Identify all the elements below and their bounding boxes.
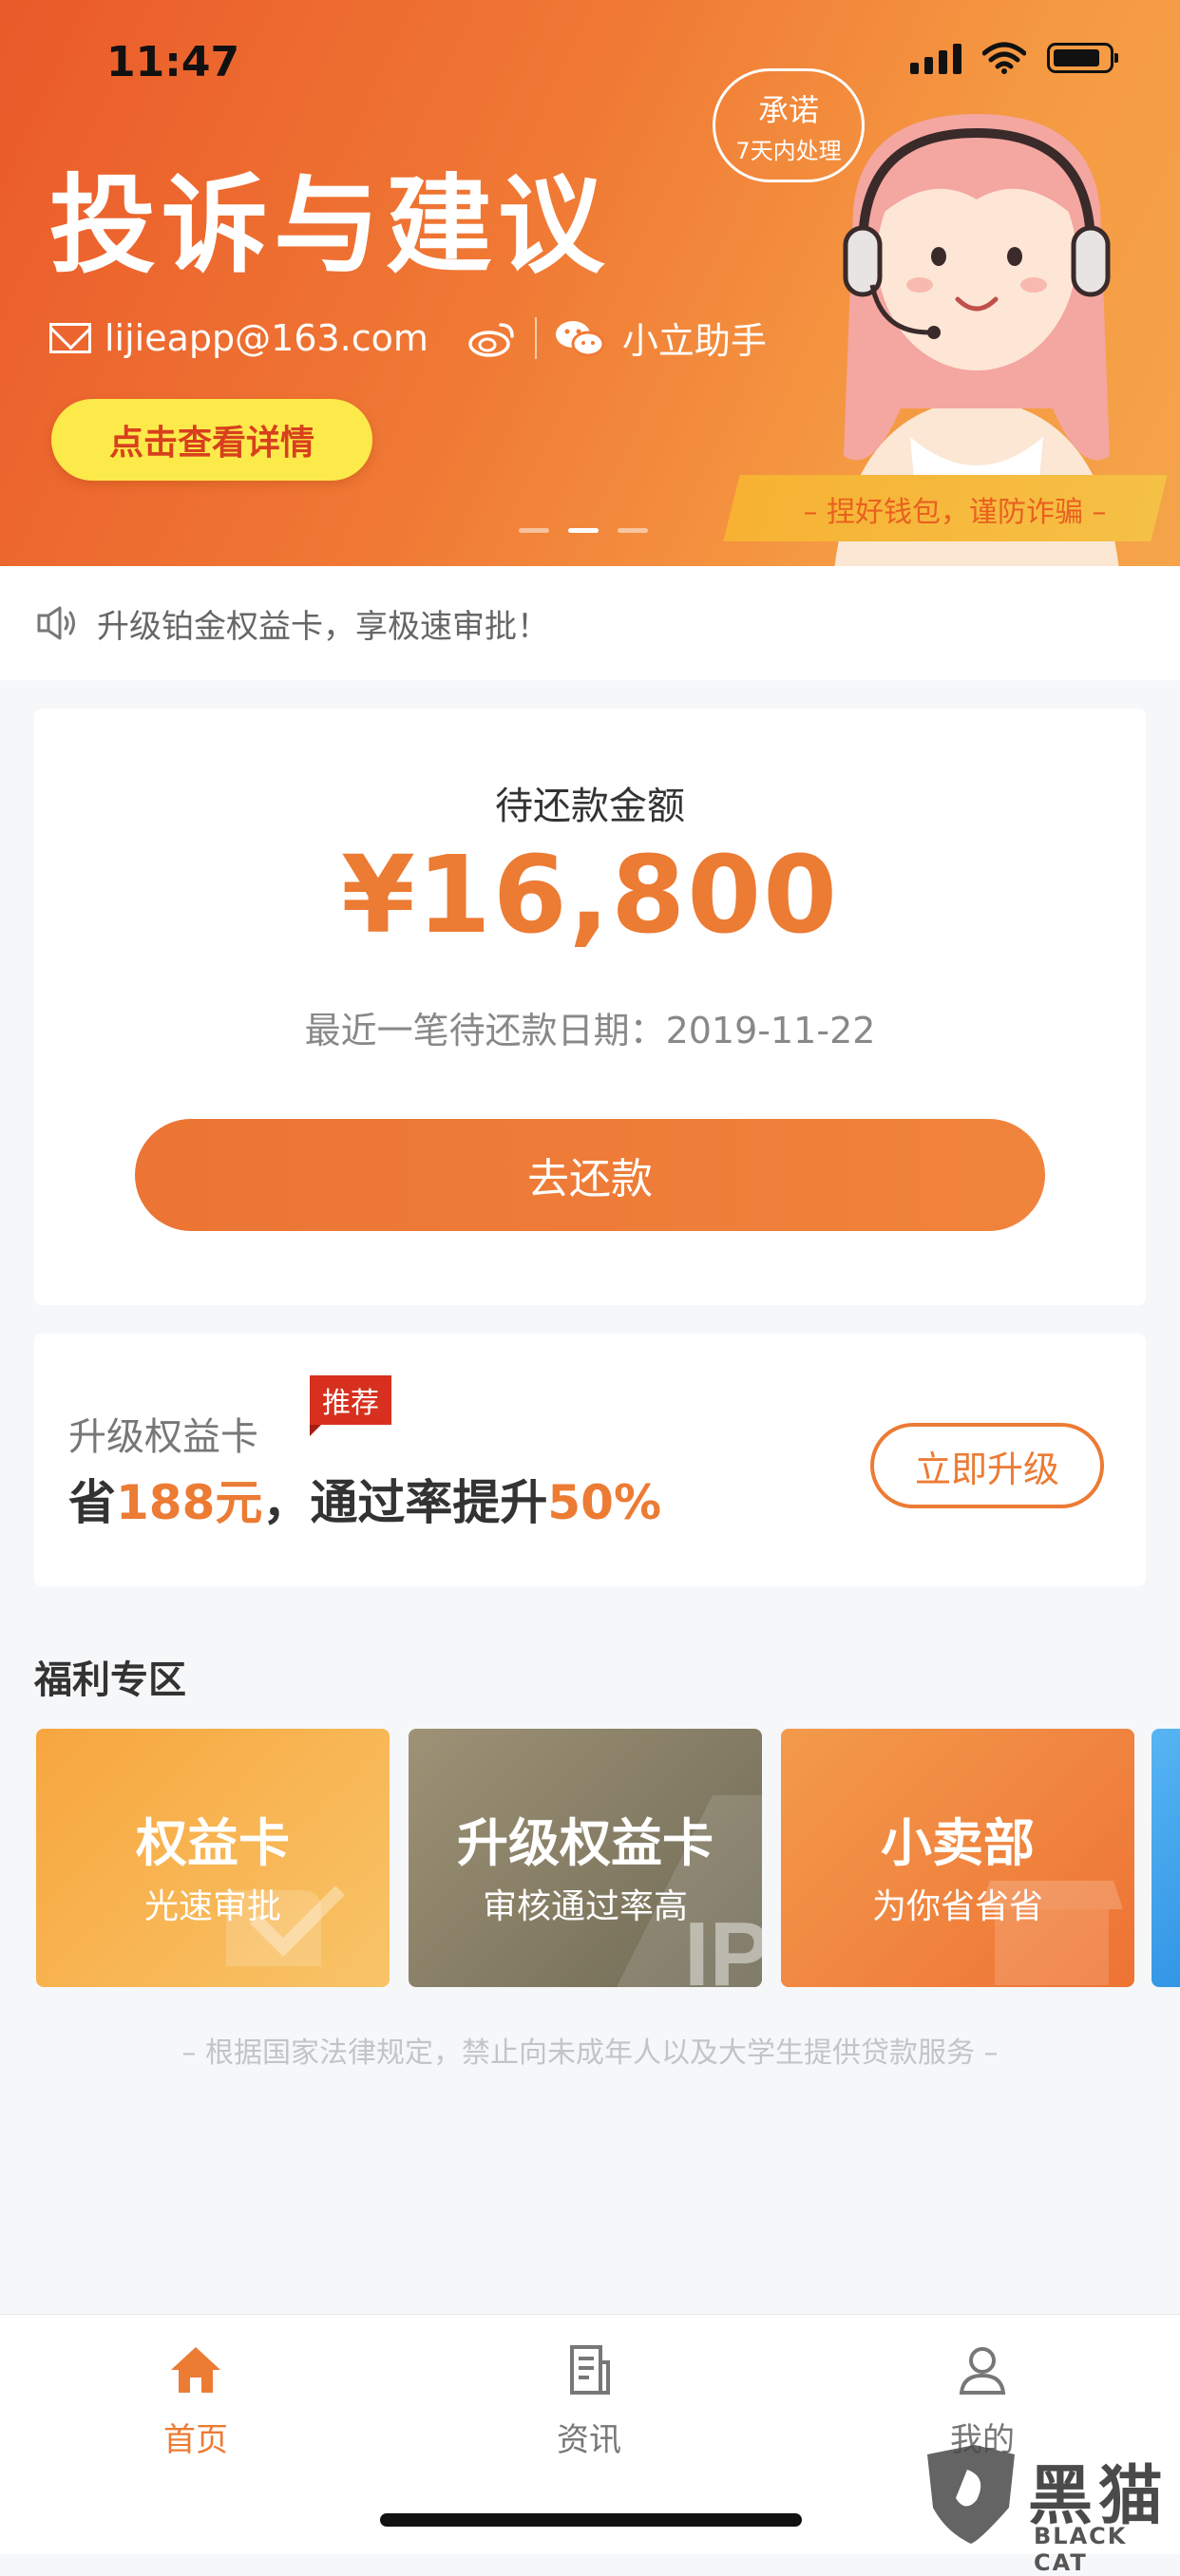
news-icon	[570, 2345, 610, 2395]
repayment-date: 最近一笔待还款日期：2019-11-22	[304, 1010, 876, 1051]
notice-text: 升级铂金权益卡，享极速审批！	[97, 607, 549, 646]
tab-label: 资讯	[557, 2421, 621, 2459]
welfare-card-partial[interactable]	[1151, 1729, 1180, 1987]
welfare-card-title: 小卖部	[881, 1813, 1035, 1873]
tab-news[interactable]: 资讯	[494, 2343, 684, 2460]
home-icon	[171, 2347, 220, 2393]
welfare-card-title: 升级权益卡	[457, 1813, 714, 1873]
status-icons	[910, 42, 1118, 74]
home-indicator	[380, 2513, 802, 2527]
wechat-icon	[555, 320, 605, 356]
warning-text: – 捏好钱包，谨防诈骗 –	[803, 496, 1107, 529]
watermark-label: BLACK CAT	[1034, 2523, 1128, 2576]
user-icon	[959, 2347, 1006, 2395]
benefit-rate: 50%	[547, 1475, 662, 1530]
upgrade-title: 升级权益卡	[68, 1415, 258, 1459]
recommend-badge: 推荐	[310, 1375, 391, 1436]
battery-icon	[1047, 43, 1118, 73]
repayment-card: 待还款金额 ¥16,800 最近一笔待还款日期：2019-11-22 去还款	[34, 709, 1146, 1305]
upgrade-benefit: 省188元，通过率提升50%	[68, 1465, 661, 1533]
contact-divider	[534, 316, 537, 359]
legal-disclaimer: – 根据国家法律规定，禁止向未成年人以及大学生提供贷款服务 –	[181, 2036, 999, 2070]
welfare-section-title: 福利专区	[34, 1658, 186, 1702]
contact-email: lijieapp@163.com	[105, 316, 428, 359]
carousel-dot	[519, 528, 549, 533]
weibo-icon	[468, 322, 514, 357]
view-details-button[interactable]: 点击查看详情	[51, 399, 372, 481]
signal-icon	[910, 42, 961, 74]
benefit-middle: ，通过率提升	[262, 1475, 548, 1530]
benefit-amount: 188元	[116, 1475, 263, 1530]
welfare-card-title: 权益卡	[136, 1813, 290, 1873]
welfare-card-subtitle: 光速审批	[143, 1887, 281, 1926]
wechat-name: 小立助手	[621, 320, 767, 362]
wifi-icon	[982, 42, 1026, 74]
repayment-label: 待还款金额	[495, 785, 685, 828]
contact-row: lijieapp@163.com 小立助手	[49, 312, 767, 364]
upgrade-now-button[interactable]: 立即升级	[870, 1423, 1104, 1508]
notice-bar[interactable]: 升级铂金权益卡，享极速审批！	[0, 566, 1180, 680]
tab-home[interactable]: 首页	[101, 2343, 291, 2460]
welfare-card-subtitle: 审核通过率高	[482, 1887, 688, 1926]
status-time: 11:47	[106, 38, 240, 86]
carousel-dots	[519, 528, 648, 533]
repay-button[interactable]: 去还款	[135, 1119, 1045, 1231]
welfare-card-subtitle: 为你省省省	[871, 1887, 1043, 1926]
carousel-dot	[618, 528, 648, 533]
speaker-icon	[37, 606, 75, 640]
carousel-dot-active	[568, 528, 599, 533]
welfare-card-upgrade[interactable]: IP 升级权益卡 审核通过率高	[409, 1729, 762, 1987]
upgrade-card[interactable]: 升级权益卡 推荐 省188元，通过率提升50% 立即升级	[34, 1334, 1146, 1586]
tab-label: 首页	[163, 2421, 228, 2459]
welfare-card-shop[interactable]: 小卖部 为你省省省	[781, 1729, 1134, 1987]
complaint-banner[interactable]: 11:47 投诉与建议 lijieapp@163.com 小立助手 点击查看详情…	[0, 0, 1180, 566]
welfare-card-benefit[interactable]: 权益卡 光速审批	[36, 1729, 390, 1987]
mail-icon	[49, 322, 91, 353]
benefit-prefix: 省	[68, 1475, 116, 1530]
banner-title: 投诉与建议	[49, 164, 610, 288]
repayment-amount: ¥16,800	[340, 834, 840, 957]
